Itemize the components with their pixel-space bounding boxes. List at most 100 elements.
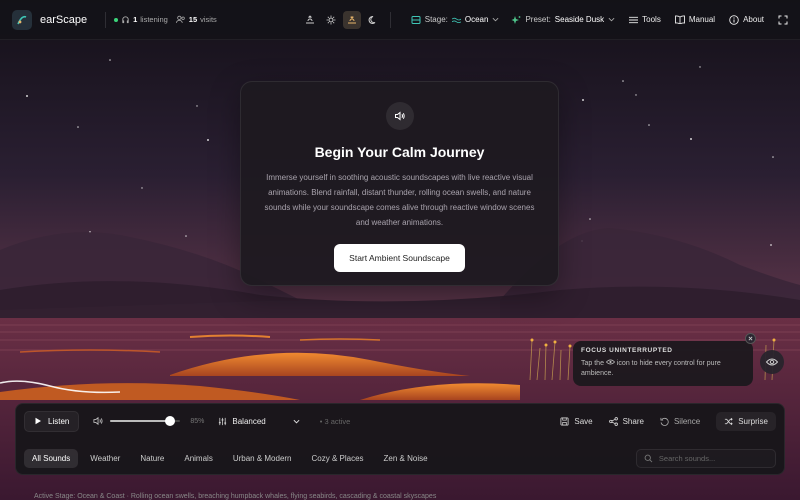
manual-button[interactable]: Manual — [674, 15, 716, 24]
volume-slider-fill — [110, 420, 170, 422]
focus-tooltip: FOCUS UNINTERRUPTED Tap the icon to hide… — [573, 341, 753, 386]
moon-icon — [368, 15, 376, 24]
category-tabs: All Sounds Weather Nature Animals Urban & Mo… — [24, 448, 776, 468]
day-theme-button[interactable] — [322, 11, 340, 29]
sliders-icon — [219, 417, 227, 425]
stage-selector[interactable]: Stage: Ocean — [411, 15, 500, 25]
volume-slider-handle[interactable] — [164, 416, 175, 426]
headphones-icon — [122, 16, 129, 24]
silence-label: Silence — [673, 416, 701, 426]
save-label: Save — [574, 416, 593, 426]
sunset-icon — [347, 15, 356, 23]
listening-stat: 1 listening — [114, 15, 168, 24]
volume-slider[interactable] — [110, 416, 181, 426]
preset-label: Preset: — [525, 15, 551, 24]
about-label: About — [743, 15, 764, 24]
tab-urban-modern[interactable]: Urban & Modern — [225, 449, 300, 468]
fullscreen-button[interactable] — [778, 15, 788, 25]
tab-weather[interactable]: Weather — [82, 449, 128, 468]
live-dot-icon — [114, 17, 119, 22]
chevron-down-icon — [493, 17, 499, 22]
preset-selector[interactable]: Preset: Seaside Dusk — [511, 15, 615, 25]
listening-label: listening — [140, 15, 168, 24]
mix-mode-selector[interactable]: Balanced — [218, 416, 300, 426]
tools-button[interactable]: Tools — [629, 15, 661, 24]
surprise-button[interactable]: Surprise — [716, 411, 776, 431]
sun-icon — [326, 15, 336, 24]
tools-label: Tools — [642, 15, 661, 24]
fullscreen-icon — [778, 15, 788, 24]
close-icon — [748, 336, 753, 341]
surprise-label: Surprise — [738, 416, 768, 426]
control-panel: Listen 85% Balanced • 3 active Save Shar… — [15, 403, 785, 475]
save-button[interactable]: Save — [560, 416, 593, 426]
shuffle-icon — [725, 417, 733, 425]
tooltip-title: FOCUS UNINTERRUPTED — [581, 347, 673, 354]
brand-name: earScape — [40, 13, 88, 26]
share-icon — [608, 416, 618, 426]
tooltip-body-start: Tap the — [581, 360, 604, 367]
share-button[interactable]: Share — [608, 416, 644, 426]
eye-icon — [766, 358, 778, 366]
listen-button[interactable]: Listen — [24, 410, 80, 432]
logo-icon — [17, 15, 27, 24]
preset-sparkle-icon — [511, 15, 521, 24]
silence-button[interactable]: Silence — [660, 417, 700, 426]
listen-label: Listen — [48, 416, 70, 426]
visits-count: 15 — [188, 15, 198, 24]
waves-icon — [451, 17, 461, 23]
tooltip-body: Tap the icon to hide every control for p… — [581, 359, 745, 379]
dusk-theme-button[interactable] — [342, 10, 361, 29]
search-icon — [644, 454, 653, 462]
users-icon — [175, 15, 185, 23]
tooltip-close-button[interactable] — [745, 333, 756, 344]
sunrise-theme-button[interactable] — [301, 11, 319, 29]
volume-percent: 85% — [190, 417, 205, 425]
divider — [389, 11, 391, 28]
app-logo[interactable] — [12, 9, 32, 30]
search-box[interactable] — [636, 448, 776, 468]
mix-mode-value: Balanced — [232, 416, 266, 426]
manual-label: Manual — [688, 15, 716, 24]
menu-icon — [629, 16, 639, 23]
eye-icon — [605, 359, 616, 365]
reset-icon — [660, 417, 669, 426]
tab-cozy-places[interactable]: Cozy & Places — [304, 449, 372, 468]
chevron-down-icon — [293, 419, 300, 424]
share-label: Share — [622, 416, 644, 426]
top-navigation: earScape 1 listening 15 visits Stage: Oc… — [0, 0, 800, 40]
play-icon — [35, 417, 41, 425]
active-stage-status: Active Stage: Ocean & Coast · Rolling oc… — [34, 493, 437, 500]
speaker-icon — [385, 102, 414, 130]
active-count-text: 3 active — [324, 416, 351, 426]
sunrise-icon — [305, 14, 314, 23]
stage-label: Stage: — [424, 15, 448, 24]
tab-nature[interactable]: Nature — [132, 449, 172, 468]
playback-row: Listen 85% Balanced • 3 active Save Shar… — [24, 410, 776, 432]
panel-actions: Save Share Silence Surprise — [560, 411, 776, 431]
tab-all-sounds[interactable]: All Sounds — [24, 448, 79, 468]
welcome-description: Immerse yourself in soothing acoustic so… — [264, 173, 535, 227]
tab-animals[interactable]: Animals — [176, 449, 220, 468]
about-button[interactable]: About — [729, 14, 764, 25]
active-sounds-count: • 3 active — [319, 416, 351, 426]
volume-control — [93, 416, 181, 426]
volume-icon — [93, 416, 103, 426]
stage-layers-icon — [411, 15, 421, 24]
divider — [105, 11, 107, 28]
search-input[interactable] — [658, 453, 768, 463]
stage-value: Ocean — [464, 15, 489, 24]
start-soundscape-button[interactable]: Start Ambient Soundscape — [334, 244, 465, 272]
visits-stat: 15 visits — [175, 15, 217, 24]
preset-value: Seaside Dusk — [554, 15, 605, 24]
night-theme-button[interactable] — [364, 11, 382, 29]
book-icon — [674, 15, 685, 24]
focus-mode-button[interactable] — [760, 350, 784, 374]
welcome-card: Begin Your Calm Journey Immerse yourself… — [240, 81, 559, 286]
save-icon — [560, 416, 569, 426]
welcome-title: Begin Your Calm Journey — [314, 144, 485, 160]
listening-count: 1 — [133, 15, 138, 24]
tab-zen-noise[interactable]: Zen & Noise — [376, 449, 436, 468]
info-icon — [729, 14, 739, 25]
chevron-down-icon — [608, 17, 615, 22]
